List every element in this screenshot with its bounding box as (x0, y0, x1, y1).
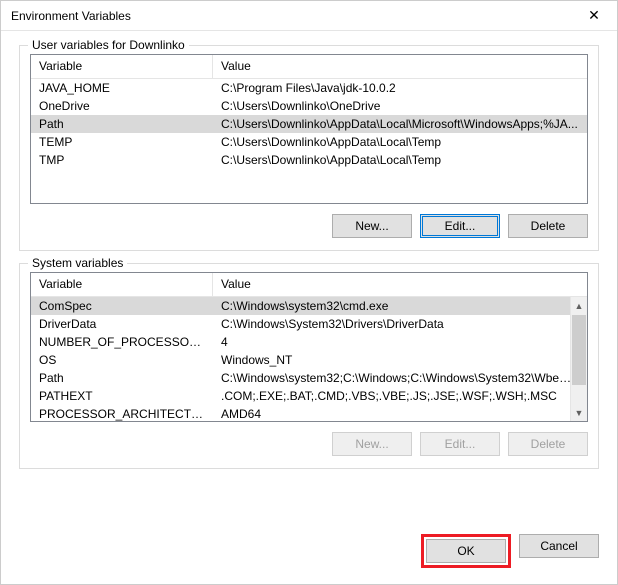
titlebar: Environment Variables ✕ (1, 1, 617, 31)
table-row[interactable]: NUMBER_OF_PROCESSORS4 (31, 333, 587, 351)
cell-variable: OneDrive (31, 98, 213, 114)
cell-value: C:\Users\Downlinko\AppData\Local\Temp (213, 152, 587, 168)
table-header: Variable Value (31, 273, 587, 297)
user-variables-table[interactable]: Variable Value JAVA_HOMEC:\Program Files… (30, 54, 588, 204)
table-row[interactable]: OSWindows_NT (31, 351, 587, 369)
cell-variable: ComSpec (31, 298, 213, 314)
dialog-button-row: OK Cancel (1, 534, 617, 584)
cell-variable: DriverData (31, 316, 213, 332)
cell-variable: Path (31, 370, 213, 386)
scroll-thumb[interactable] (572, 315, 586, 385)
cell-variable: PATHEXT (31, 388, 213, 404)
table-header: Variable Value (31, 55, 587, 79)
cancel-button[interactable]: Cancel (519, 534, 599, 558)
system-button-row: New... Edit... Delete (30, 432, 588, 456)
table-row[interactable]: PathC:\Windows\system32;C:\Windows;C:\Wi… (31, 369, 587, 387)
cell-value: C:\Users\Downlinko\OneDrive (213, 98, 587, 114)
cell-value: .COM;.EXE;.BAT;.CMD;.VBS;.VBE;.JS;.JSE;.… (213, 388, 587, 404)
cell-value: 4 (213, 334, 587, 350)
system-variables-group: System variables Variable Value ComSpecC… (19, 263, 599, 469)
cell-value: C:\Windows\system32;C:\Windows;C:\Window… (213, 370, 587, 386)
system-new-button[interactable]: New... (332, 432, 412, 456)
system-delete-button[interactable]: Delete (508, 432, 588, 456)
cell-variable: NUMBER_OF_PROCESSORS (31, 334, 213, 350)
table-row[interactable]: PATHEXT.COM;.EXE;.BAT;.CMD;.VBS;.VBE;.JS… (31, 387, 587, 405)
table-row[interactable]: TEMPC:\Users\Downlinko\AppData\Local\Tem… (31, 133, 587, 151)
cell-value: C:\Program Files\Java\jdk-10.0.2 (213, 80, 587, 96)
user-group-legend: User variables for Downlinko (28, 38, 189, 52)
table-row[interactable]: PathC:\Users\Downlinko\AppData\Local\Mic… (31, 115, 587, 133)
scroll-down-icon[interactable]: ▼ (571, 404, 587, 421)
system-edit-button[interactable]: Edit... (420, 432, 500, 456)
table-row[interactable]: OneDriveC:\Users\Downlinko\OneDrive (31, 97, 587, 115)
cell-value: C:\Windows\System32\Drivers\DriverData (213, 316, 587, 332)
scroll-up-icon[interactable]: ▲ (571, 297, 587, 314)
cell-value: C:\Windows\system32\cmd.exe (213, 298, 587, 314)
cell-value: Windows_NT (213, 352, 587, 368)
ok-highlight: OK (421, 534, 511, 568)
user-edit-button[interactable]: Edit... (420, 214, 500, 238)
cell-variable: JAVA_HOME (31, 80, 213, 96)
table-row[interactable]: JAVA_HOMEC:\Program Files\Java\jdk-10.0.… (31, 79, 587, 97)
col-variable[interactable]: Variable (31, 55, 213, 78)
cell-value: AMD64 (213, 406, 587, 422)
user-button-row: New... Edit... Delete (30, 214, 588, 238)
table-row[interactable]: DriverDataC:\Windows\System32\Drivers\Dr… (31, 315, 587, 333)
window-title: Environment Variables (11, 9, 571, 23)
system-variables-table[interactable]: Variable Value ComSpecC:\Windows\system3… (30, 272, 588, 422)
cell-variable: Path (31, 116, 213, 132)
cell-variable: TMP (31, 152, 213, 168)
cell-value: C:\Users\Downlinko\AppData\Local\Microso… (213, 116, 587, 132)
user-variables-group: User variables for Downlinko Variable Va… (19, 45, 599, 251)
user-new-button[interactable]: New... (332, 214, 412, 238)
environment-variables-dialog: Environment Variables ✕ User variables f… (0, 0, 618, 585)
ok-button[interactable]: OK (426, 539, 506, 563)
cell-variable: OS (31, 352, 213, 368)
cell-value: C:\Users\Downlinko\AppData\Local\Temp (213, 134, 587, 150)
col-value[interactable]: Value (213, 273, 587, 296)
close-icon[interactable]: ✕ (571, 1, 617, 31)
table-row[interactable]: ComSpecC:\Windows\system32\cmd.exe (31, 297, 587, 315)
table-row[interactable]: PROCESSOR_ARCHITECTUREAMD64 (31, 405, 587, 422)
cell-variable: PROCESSOR_ARCHITECTURE (31, 406, 213, 422)
user-delete-button[interactable]: Delete (508, 214, 588, 238)
col-variable[interactable]: Variable (31, 273, 213, 296)
dialog-body: User variables for Downlinko Variable Va… (1, 31, 617, 534)
scrollbar[interactable]: ▲ ▼ (570, 297, 587, 421)
table-row[interactable]: TMPC:\Users\Downlinko\AppData\Local\Temp (31, 151, 587, 169)
cell-variable: TEMP (31, 134, 213, 150)
system-group-legend: System variables (28, 256, 127, 270)
col-value[interactable]: Value (213, 55, 587, 78)
